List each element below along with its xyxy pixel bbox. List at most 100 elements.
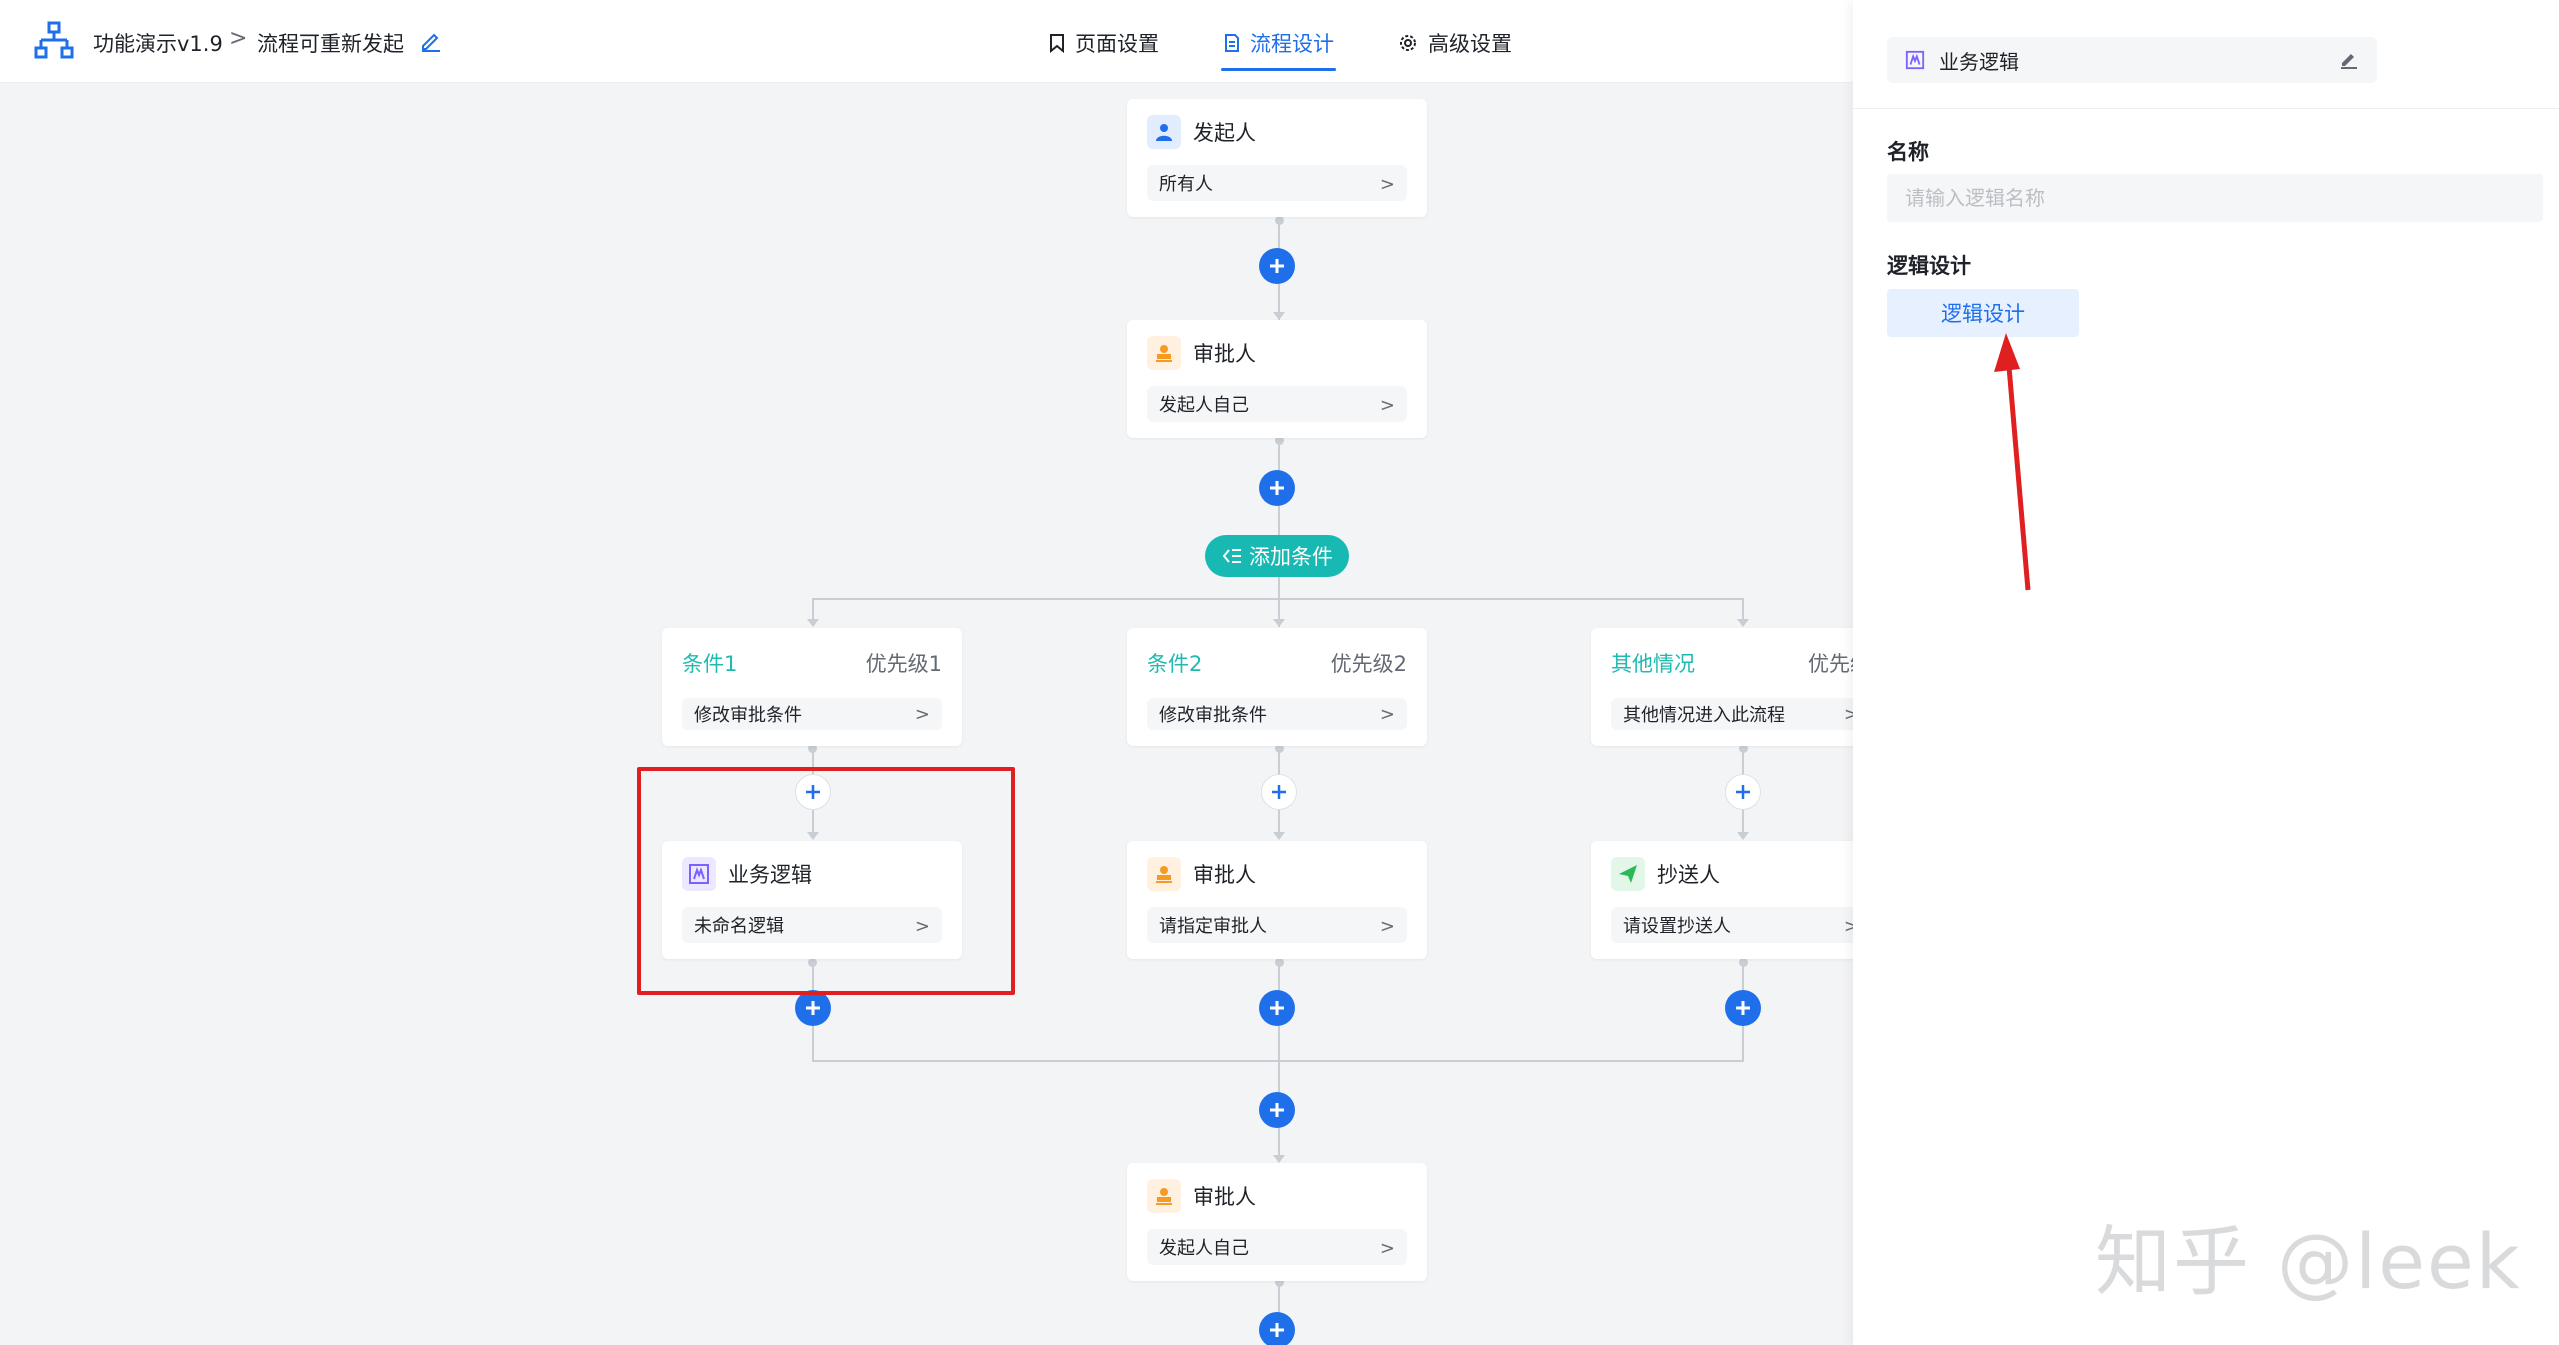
condition-field-value: 其他情况进入此流程 [1623,705,1785,726]
watermark: 知乎 @leek [2095,1217,2522,1306]
connector-arrow [1273,312,1285,320]
document-icon [1225,34,1239,52]
connector-dot [1275,958,1284,967]
approver-node[interactable]: 审批人 发起人自己 > [1127,1163,1427,1281]
add-node-button[interactable] [1725,990,1761,1026]
panel-header: 业务逻辑 [1887,37,2377,83]
add-node-button[interactable] [1259,248,1295,284]
node-field[interactable]: 请设置抄送人 > [1611,907,1871,943]
approver-node[interactable]: 审批人 请指定审批人 > [1127,841,1427,959]
chevron-right-icon: > [1379,704,1395,725]
add-condition-label: 添加条件 [1249,545,1333,569]
plus-icon [1272,785,1286,799]
top-bar: 功能演示v1.9 > 流程可重新发起 页面设置 流程设计 高级设置 [0,0,1853,83]
breadcrumb-page: 流程可重新发起 [257,32,404,56]
plus-icon [806,1001,820,1015]
chevron-right-icon: > [1379,1238,1395,1259]
node-field[interactable]: 请指定审批人 > [1147,907,1407,943]
connector-arrow [1273,1155,1285,1163]
condition-field[interactable]: 修改审批条件 > [1147,698,1407,730]
bookmark-icon [1050,34,1064,53]
plus-icon [1270,481,1284,495]
condition-card-2[interactable]: 条件2 优先级2 修改审批条件 > [1127,628,1427,746]
edit-icon[interactable] [2339,49,2359,69]
tab-page-settings-label: 页面设置 [1075,32,1159,56]
stamp-icon [1147,857,1181,891]
connector-arrow [1273,832,1285,840]
tab-advanced-settings-label: 高级设置 [1428,32,1512,56]
connector-arrow [1737,619,1749,627]
node-field-value: 发起人自己 [1159,1238,1249,1259]
connector-arrow [1737,832,1749,840]
branch-split-line [812,598,1744,600]
node-field-value: 请指定审批人 [1159,916,1267,937]
condition-priority: 优先级2 [1330,652,1407,676]
condition-field[interactable]: 其他情况进入此流程 > [1611,698,1871,730]
add-node-button[interactable] [795,990,831,1026]
tab-flow-design-label: 流程设计 [1250,32,1334,56]
plus-icon [1270,1323,1284,1337]
node-field[interactable]: 发起人自己 > [1147,386,1407,422]
add-node-button[interactable] [1259,1092,1295,1128]
condition-card-other[interactable]: 其他情况 优先级 其他情况进入此流程 > [1591,628,1891,746]
condition-field-value: 修改审批条件 [1159,705,1267,726]
gear-icon [1400,35,1416,51]
tab-flow-design[interactable]: 流程设计 [1224,28,1334,58]
condition-field-value: 修改审批条件 [694,705,802,726]
initiator-node[interactable]: 发起人 所有人 > [1127,99,1427,217]
tab-page-settings[interactable]: 页面设置 [1049,28,1159,58]
condition-field[interactable]: 修改审批条件 > [682,698,942,730]
node-title: 审批人 [1193,863,1256,887]
add-node-button[interactable] [1259,990,1295,1026]
edit-title-icon[interactable] [419,29,443,53]
active-tab-indicator [1221,68,1336,71]
flow-tree-icon [34,21,74,59]
send-icon [1611,857,1645,891]
chevron-right-icon: > [1379,916,1395,937]
connector-dot [1739,958,1748,967]
condition-card-1[interactable]: 条件1 优先级1 修改审批条件 > [662,628,962,746]
node-field[interactable]: 发起人自己 > [1147,1229,1407,1265]
chevron-right-icon: > [1379,174,1395,195]
connector-arrow [1273,619,1285,627]
plus-icon [1270,1001,1284,1015]
add-node-button[interactable] [1259,470,1295,506]
add-node-button[interactable] [1261,774,1297,810]
connector-arrow [807,619,819,627]
panel-title: 业务逻辑 [1939,49,2019,74]
condition-name: 条件1 [682,652,738,676]
condition-priority: 优先级1 [865,652,942,676]
node-field[interactable]: 所有人 > [1147,165,1407,201]
logic-design-button[interactable]: 逻辑设计 [1887,289,2079,337]
node-title: 审批人 [1193,1185,1256,1209]
node-field-value: 发起人自己 [1159,395,1249,416]
condition-name: 条件2 [1147,652,1203,676]
person-icon [1147,115,1181,149]
stamp-icon [1147,1179,1181,1213]
branch-icon [1222,549,1241,563]
plus-icon [1270,259,1284,273]
node-field-value: 所有人 [1159,174,1213,195]
connector-dot [1275,216,1284,225]
add-node-button[interactable] [1725,774,1761,810]
breadcrumb-app[interactable]: 功能演示v1.9 [93,28,223,58]
cc-node[interactable]: 抄送人 请设置抄送人 > [1591,841,1891,959]
approver-node[interactable]: 审批人 发起人自己 > [1127,320,1427,438]
panel-divider [1853,108,2559,109]
node-title: 发起人 [1193,121,1256,145]
logic-name-input[interactable] [1887,174,2543,222]
properties-panel: 业务逻辑 名称 逻辑设计 逻辑设计 [1853,0,2559,1345]
highlight-annotation-box [637,767,1015,995]
plus-icon [1736,1001,1750,1015]
logic-icon [1905,50,1925,70]
chevron-right-icon: > [914,704,930,725]
name-label: 名称 [1887,140,1929,164]
chevron-right-icon: > [1379,395,1395,416]
condition-name: 其他情况 [1611,652,1695,676]
tab-advanced-settings[interactable]: 高级设置 [1398,28,1512,58]
add-condition-button[interactable]: 添加条件 [1205,535,1349,577]
add-node-button[interactable] [1259,1312,1295,1345]
stamp-icon [1147,336,1181,370]
node-field-value: 请设置抄送人 [1623,916,1731,937]
node-title: 审批人 [1193,342,1256,366]
